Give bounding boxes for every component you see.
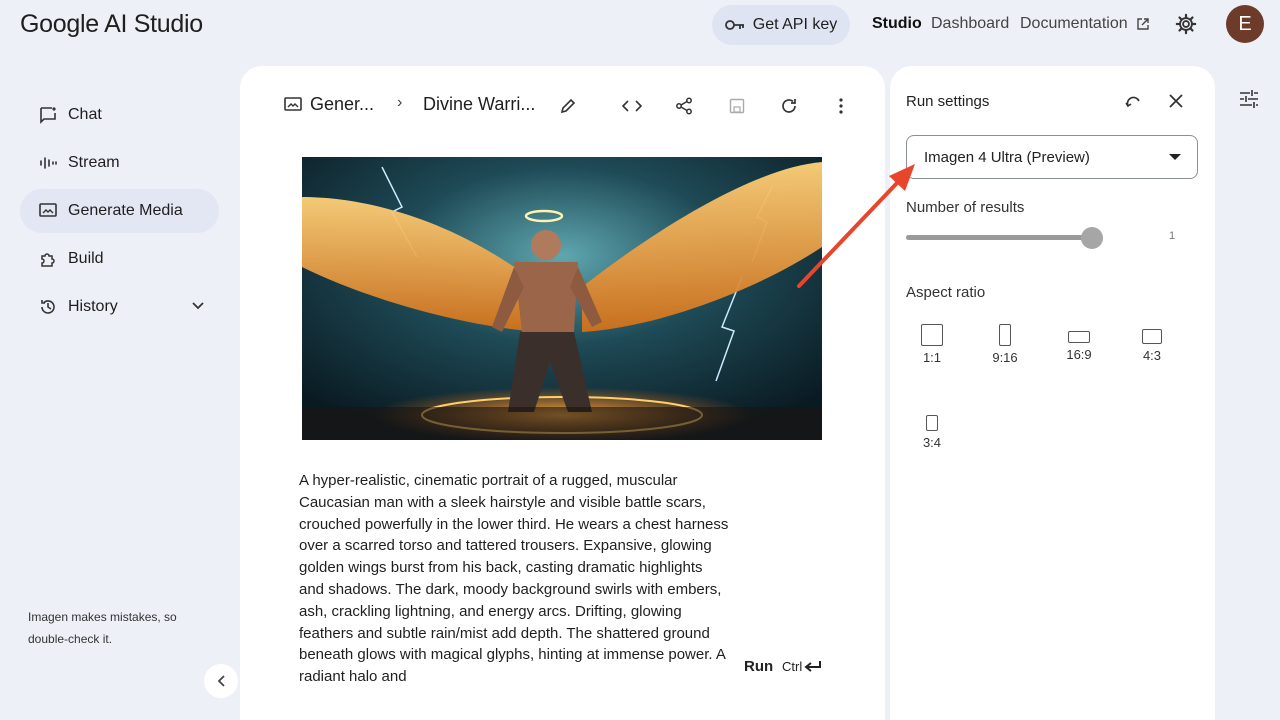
chevron-left-icon: [217, 675, 225, 687]
square-icon: [921, 324, 943, 346]
sidebar-item-generate-media[interactable]: Generate Media: [20, 189, 219, 233]
model-select[interactable]: Imagen 4 Ultra (Preview): [906, 135, 1198, 179]
ratio-label: 16:9: [1066, 347, 1092, 362]
portrait-icon: [926, 415, 938, 431]
external-link-icon: [1136, 18, 1149, 30]
nav-studio[interactable]: Studio: [872, 15, 922, 33]
edit-title-button[interactable]: [556, 94, 580, 118]
chevron-down-icon[interactable]: [191, 298, 205, 312]
sidebar-item-build[interactable]: Build: [20, 237, 219, 281]
disclaimer-text: Imagen makes mistakes, so double-check i…: [28, 610, 177, 646]
landscape-icon: [1068, 331, 1090, 343]
more-options-button[interactable]: [829, 94, 853, 118]
model-select-value: Imagen 4 Ultra (Preview): [924, 148, 1090, 166]
get-code-button[interactable]: [620, 94, 644, 118]
app-logo[interactable]: Google AI Studio: [20, 10, 203, 39]
refresh-icon: [782, 99, 796, 113]
chat-icon: [38, 105, 58, 125]
nav-dashboard[interactable]: Dashboard: [931, 15, 1009, 33]
sidebar-item-label: Chat: [68, 106, 102, 123]
results-value: 1: [1169, 230, 1176, 242]
build-icon: [38, 249, 58, 269]
ratio-label: 4:3: [1142, 348, 1162, 363]
results-slider-thumb[interactable]: [1081, 227, 1103, 249]
breadcrumb-title[interactable]: Divine Warri...: [423, 94, 535, 115]
stream-icon: [38, 153, 58, 173]
user-avatar[interactable]: E: [1226, 5, 1264, 43]
run-shortcut: Ctrl: [782, 659, 822, 674]
breadcrumb-separator: ›: [397, 94, 403, 111]
ratio-label: 3:4: [922, 435, 942, 450]
settings-gear-icon[interactable]: [1175, 13, 1197, 35]
media-icon: [38, 201, 58, 221]
landscape-icon: [1142, 329, 1162, 344]
nav-documentation[interactable]: Documentation: [1020, 15, 1150, 33]
run-button[interactable]: Run: [744, 658, 773, 675]
reset-icon: [1125, 96, 1140, 108]
history-icon: [38, 297, 58, 317]
aspect-ratio-9-16[interactable]: 9:16: [980, 324, 1030, 365]
ratio-label: 9:16: [992, 350, 1018, 365]
generated-image[interactable]: [302, 157, 822, 440]
prompt-text[interactable]: A hyper-realistic, cinematic portrait of…: [299, 470, 729, 688]
share-button[interactable]: [672, 94, 696, 118]
sidebar-item-label: History: [68, 298, 118, 315]
more-vert-icon: [839, 98, 843, 114]
aspect-ratio-4-3[interactable]: 4:3: [1127, 329, 1177, 363]
nav-documentation-label: Documentation: [1020, 15, 1128, 32]
aspect-ratio-label: Aspect ratio: [906, 284, 986, 301]
results-slider-fill: [906, 235, 1096, 240]
share-icon: [676, 97, 692, 115]
sidebar-item-label: Generate Media: [68, 202, 183, 219]
reset-settings-button[interactable]: [1122, 90, 1144, 112]
get-api-key-label: Get API key: [752, 16, 838, 33]
save-icon: [729, 98, 745, 114]
run-settings-title: Run settings: [906, 93, 990, 110]
sidebar-item-history[interactable]: History: [20, 285, 219, 329]
dropdown-caret-icon: [1169, 154, 1181, 160]
sidebar-item-chat[interactable]: Chat: [20, 93, 219, 137]
breadcrumb-label: Gener...: [310, 94, 375, 114]
breadcrumb-generate-media[interactable]: Gener...: [284, 94, 374, 115]
run-settings-panel: Run settings Imagen 4 Ultra (Preview) Nu…: [890, 66, 1215, 720]
sidebar-item-label: Stream: [68, 154, 120, 171]
aspect-ratio-16-9[interactable]: 16:9: [1054, 331, 1104, 362]
main-panel: Gener... › Divine Warri... A hyper-reali…: [240, 66, 885, 720]
get-api-key-button[interactable]: Get API key: [712, 5, 850, 45]
collapse-sidebar-button[interactable]: [204, 664, 238, 698]
key-icon: [724, 20, 744, 30]
save-button[interactable]: [725, 94, 749, 118]
portrait-icon: [999, 324, 1011, 346]
results-label: Number of results: [906, 199, 1025, 216]
ratio-label: 1:1: [922, 350, 942, 365]
tune-icon[interactable]: [1238, 88, 1260, 110]
close-icon: [1169, 94, 1183, 108]
results-slider-track[interactable]: [906, 235, 1096, 240]
aspect-ratio-1-1[interactable]: 1:1: [907, 324, 957, 365]
shortcut-label: Ctrl: [782, 659, 803, 674]
close-settings-button[interactable]: [1165, 90, 1187, 112]
enter-key-icon: [804, 660, 822, 672]
media-icon: [284, 96, 302, 111]
code-icon: [622, 100, 642, 112]
pencil-icon: [560, 98, 576, 114]
refresh-button[interactable]: [777, 94, 801, 118]
sidebar-item-label: Build: [68, 250, 104, 267]
aspect-ratio-3-4[interactable]: 3:4: [907, 415, 957, 450]
sidebar-item-stream[interactable]: Stream: [20, 141, 219, 185]
